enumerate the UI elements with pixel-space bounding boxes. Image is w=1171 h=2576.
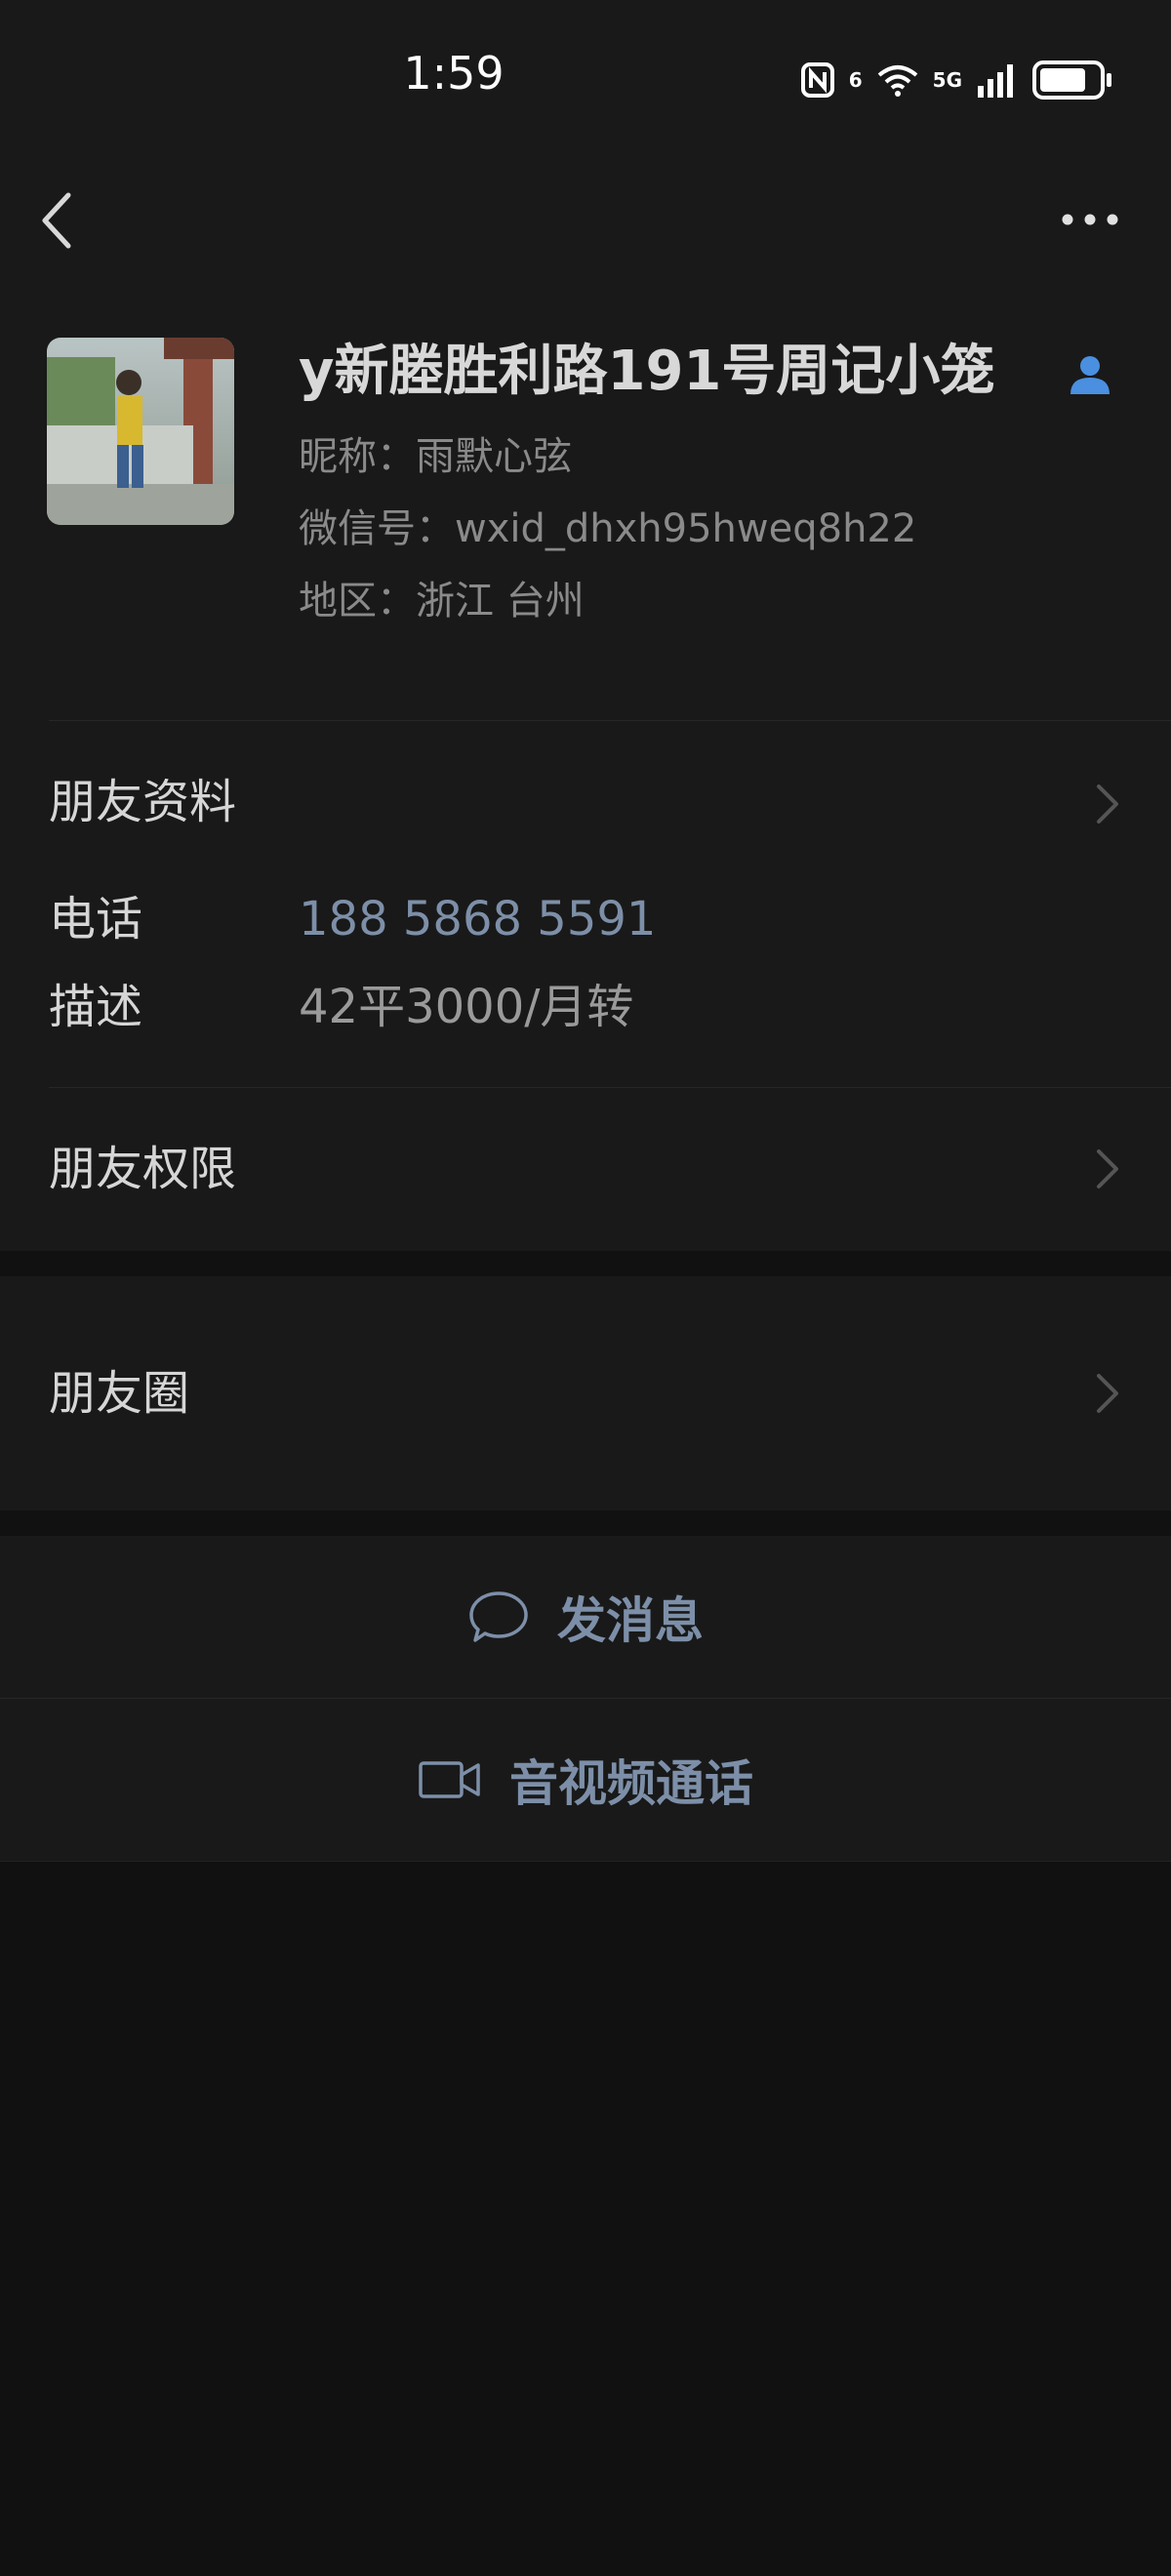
friend-profile-label: 朋友资料 [49, 775, 237, 829]
back-button[interactable] [35, 185, 82, 256]
description-label: 描述 [49, 980, 143, 1034]
section-gap [0, 1251, 1171, 1276]
region-text: 地区：浙江 台州 [299, 579, 585, 624]
send-message-label: 发消息 [557, 1592, 704, 1649]
person-icon [1068, 351, 1112, 396]
chevron-right-icon [1095, 1370, 1120, 1417]
video-call-label: 音视频通话 [509, 1755, 753, 1812]
divider [0, 1861, 1171, 1862]
network-label: 5G [932, 68, 962, 92]
signal-icon [978, 64, 1013, 98]
battery-icon [1032, 60, 1111, 100]
send-message-button[interactable]: 发消息 [0, 1536, 1171, 1698]
profile-name: y新塍胜利路191号周记小笼 [299, 340, 995, 403]
more-options-button[interactable] [1056, 195, 1124, 244]
chat-bubble-icon [469, 1591, 528, 1642]
avatar[interactable] [47, 338, 234, 525]
wifi-icon [877, 65, 917, 97]
moments-label: 朋友圈 [49, 1366, 190, 1421]
wechat-id-text: 微信号：wxid_dhxh95hweq8h22 [299, 506, 917, 551]
status-icons: 6 5G [800, 60, 1112, 100]
chevron-right-icon [1095, 1146, 1120, 1192]
description-value: 42平3000/月转 [299, 980, 634, 1034]
more-dots-icon [1062, 214, 1118, 225]
phone-label: 电话 [49, 892, 143, 946]
wifi-label: 6 [848, 68, 863, 92]
video-call-button[interactable]: 音视频通话 [0, 1699, 1171, 1861]
video-camera-icon [419, 1761, 480, 1798]
phone-number-link[interactable]: 188 5868 5591 [299, 896, 656, 943]
chevron-left-icon [42, 192, 71, 249]
chevron-right-icon [1095, 781, 1120, 827]
friend-permissions-label: 朋友权限 [49, 1142, 237, 1196]
section-gap [0, 1510, 1171, 1536]
nickname-text: 昵称：雨默心弦 [299, 434, 572, 479]
divider [49, 720, 1171, 721]
status-time: 1:59 [403, 47, 505, 100]
nfc-icon [800, 62, 834, 98]
